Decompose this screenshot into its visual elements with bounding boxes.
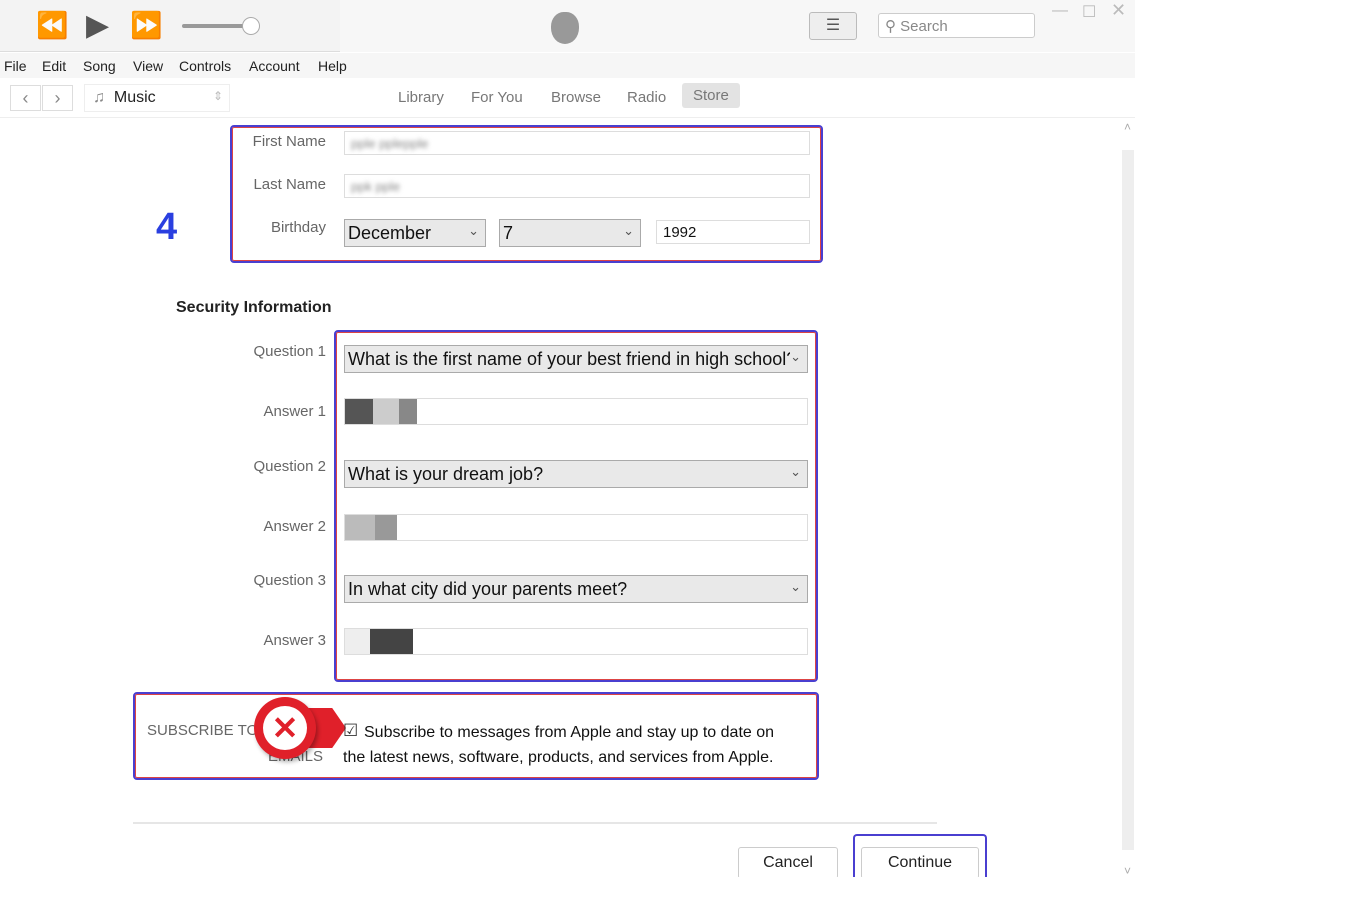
subscribe-label-line1: SUBSCRIBE TO	[147, 722, 259, 739]
maximize-icon[interactable]: ☐	[1082, 2, 1096, 22]
menu-song[interactable]: Song	[83, 58, 116, 74]
error-badge: ✕	[254, 697, 316, 759]
list-icon[interactable]: ☰	[809, 12, 857, 40]
question-1-select[interactable]: What is the first name of your best frie…	[344, 345, 808, 373]
forward-button[interactable]: ›	[42, 85, 73, 111]
apple-logo	[551, 12, 579, 44]
answer-2-input[interactable]	[344, 514, 808, 541]
birth-year-input[interactable]: 1992	[656, 220, 810, 244]
question-3-label: Question 3	[253, 572, 326, 589]
x-icon: ✕	[263, 706, 307, 750]
subscribe-text-line2: the latest news, software, products, and…	[343, 749, 774, 766]
back-button[interactable]: ‹	[10, 85, 41, 111]
subscribe-text-line1: Subscribe to messages from Apple and sta…	[364, 724, 775, 741]
menu-bar: File Edit Song View Controls Account Hel…	[0, 53, 1135, 78]
menu-view[interactable]: View	[133, 58, 163, 74]
scroll-up-icon[interactable]: ˄	[1124, 120, 1131, 134]
chevron-down-icon: ⌄	[790, 349, 801, 365]
first-name-input[interactable]: pple pplepple	[344, 131, 810, 155]
music-note-icon: ♫	[93, 89, 105, 106]
subscribe-checkbox[interactable]: ☑	[343, 721, 358, 741]
cancel-button[interactable]: Cancel	[738, 847, 838, 879]
birth-month-select[interactable]: December ⌄	[344, 219, 486, 247]
question-2-label: Question 2	[253, 458, 326, 475]
close-icon[interactable]: ✕	[1111, 0, 1126, 21]
scroll-down-icon[interactable]: ˅	[1124, 864, 1131, 878]
security-heading: Security Information	[176, 299, 332, 316]
chevron-down-icon: ⌄	[623, 223, 634, 238]
question-2-select[interactable]: What is your dream job? ⌄	[344, 460, 808, 488]
nav-bar: ‹ › ♫ Music ⇕ Library For You Browse Radi…	[0, 78, 1135, 118]
search-icon: ⚲	[885, 18, 896, 35]
divider	[133, 822, 937, 824]
menu-edit[interactable]: Edit	[42, 58, 66, 74]
volume-knob[interactable]	[242, 17, 260, 35]
step-number: 4	[156, 206, 178, 248]
search-input[interactable]: ⚲ Search	[878, 13, 1035, 38]
question-3-select[interactable]: In what city did your parents meet? ⌄	[344, 575, 808, 603]
answer-1-label: Answer 1	[263, 403, 326, 420]
tab-store[interactable]: Store	[682, 83, 740, 108]
menu-controls[interactable]: Controls	[179, 58, 231, 74]
continue-button[interactable]: Continue	[861, 847, 979, 879]
play-icon[interactable]: ▶	[86, 8, 109, 43]
menu-file[interactable]: File	[4, 58, 27, 74]
tab-browse[interactable]: Browse	[551, 89, 601, 106]
player-toolbar: ⏪ ▶ ⏩ ☰ ⚲ Search — ☐ ✕	[0, 0, 1135, 52]
chevron-down-icon: ⌄	[468, 223, 479, 238]
last-name-input[interactable]: ppk pple	[344, 174, 810, 198]
first-name-label: First Name	[252, 133, 326, 150]
tab-library[interactable]: Library	[398, 89, 444, 106]
last-name-label: Last Name	[253, 176, 326, 193]
scrollbar[interactable]	[1122, 150, 1134, 850]
answer-2-label: Answer 2	[263, 518, 326, 535]
answer-3-label: Answer 3	[263, 632, 326, 649]
chevron-down-icon: ⌄	[790, 579, 801, 594]
updown-icon: ⇕	[212, 89, 223, 103]
minimize-icon[interactable]: —	[1052, 2, 1068, 20]
question-1-label: Question 1	[253, 343, 326, 360]
birthday-label: Birthday	[270, 219, 326, 236]
birth-day-select[interactable]: 7 ⌄	[499, 219, 641, 247]
bottom-edge	[0, 877, 1135, 897]
rewind-icon[interactable]: ⏪	[36, 10, 68, 41]
tab-radio[interactable]: Radio	[627, 89, 666, 106]
volume-slider[interactable]	[182, 24, 250, 28]
source-selector[interactable]: ♫ Music ⇕	[84, 84, 230, 112]
tab-for-you[interactable]: For You	[471, 89, 523, 106]
answer-3-input[interactable]	[344, 628, 808, 655]
chevron-down-icon: ⌄	[790, 464, 801, 479]
menu-help[interactable]: Help	[318, 58, 347, 74]
fast-forward-icon[interactable]: ⏩	[130, 10, 162, 41]
menu-account[interactable]: Account	[249, 58, 300, 74]
answer-1-input[interactable]	[344, 398, 808, 425]
